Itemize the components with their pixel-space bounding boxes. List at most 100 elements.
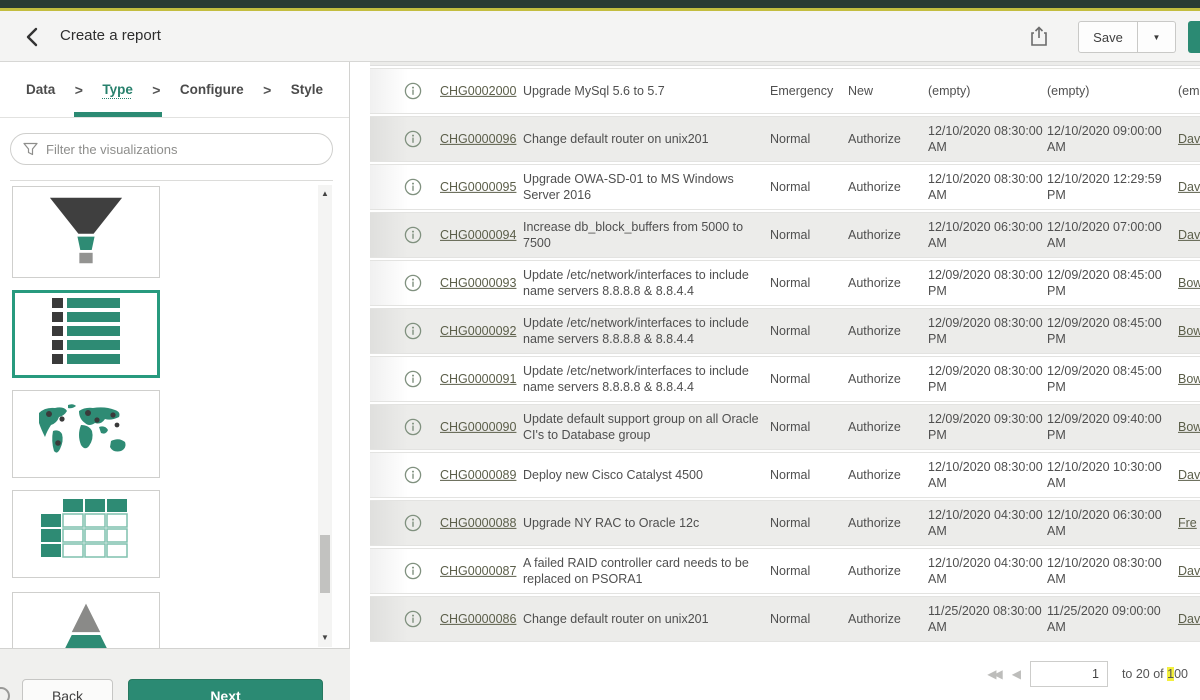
end-date: 12/10/2020 12:29:59 PM (1047, 171, 1165, 204)
save-button[interactable]: Save (1078, 21, 1138, 53)
assigned-to-link[interactable]: Bow (1178, 371, 1200, 387)
divider (10, 180, 333, 181)
start-date: 12/10/2020 04:30:00 AM (928, 555, 1046, 588)
assigned-to-link[interactable]: Dav (1178, 563, 1200, 579)
info-icon[interactable] (404, 562, 422, 580)
next-button[interactable]: Next (128, 679, 323, 700)
assigned-to-link[interactable]: Fre (1178, 515, 1200, 531)
end-date: 12/10/2020 09:00:00 AM (1047, 123, 1165, 156)
info-icon[interactable] (404, 466, 422, 484)
scroll-down-icon[interactable]: ▼ (318, 631, 332, 645)
info-icon[interactable] (404, 274, 422, 292)
change-number-link[interactable]: CHG0000092 (440, 323, 516, 339)
cropped-primary-button[interactable] (1188, 21, 1200, 53)
state-value: Authorize (848, 371, 918, 387)
save-button-group: Save ▼ (1078, 21, 1176, 53)
state-value: Authorize (848, 419, 918, 435)
info-icon[interactable] (404, 370, 422, 388)
assigned-to-link[interactable]: Dav (1178, 227, 1200, 243)
chevron-right-icon: > (75, 82, 83, 98)
short-description: Update default support group on all Orac… (523, 411, 760, 444)
state-value: Authorize (848, 323, 918, 339)
info-icon[interactable] (404, 82, 422, 100)
table-row: CHG0000091 Update /etc/network/interface… (370, 356, 1200, 402)
end-date: 12/09/2020 09:40:00 PM (1047, 411, 1165, 444)
start-date: 12/09/2020 09:30:00 PM (928, 411, 1046, 444)
assigned-to-link[interactable]: Dav (1178, 131, 1200, 147)
back-chevron-button[interactable] (20, 26, 44, 50)
page-number-input[interactable] (1030, 661, 1108, 687)
change-number-link[interactable]: CHG0002000 (440, 83, 516, 99)
state-value: New (848, 83, 918, 99)
change-number-link[interactable]: CHG0000086 (440, 611, 516, 627)
help-icon (0, 687, 10, 700)
table-grid-icon (38, 497, 134, 572)
filter-visualizations-input[interactable] (46, 142, 332, 157)
viz-type-list[interactable] (12, 290, 160, 378)
change-number-link[interactable]: CHG0000088 (440, 515, 516, 531)
first-page-icon[interactable]: ◀◀ (987, 667, 999, 681)
previous-page-icon[interactable]: ◀ (1012, 667, 1018, 681)
viz-type-map[interactable] (12, 390, 160, 478)
save-dropdown-button[interactable]: ▼ (1138, 21, 1176, 53)
state-value: Authorize (848, 179, 918, 195)
state-value: Authorize (848, 563, 918, 579)
info-icon[interactable] (404, 418, 422, 436)
table-row: CHG0000094 Increase db_block_buffers fro… (370, 212, 1200, 258)
viz-type-table[interactable] (12, 490, 160, 578)
scrollbar-thumb[interactable] (320, 535, 330, 593)
viz-list-scrollbar[interactable]: ▲ ▼ (318, 185, 332, 647)
tab-configure[interactable]: Configure (180, 62, 244, 117)
assigned-to-link[interactable]: Dav (1178, 611, 1200, 627)
assigned-to-link[interactable]: Bow (1178, 419, 1200, 435)
change-number-link[interactable]: CHG0000094 (440, 227, 516, 243)
change-number-link[interactable]: CHG0000089 (440, 467, 516, 483)
start-date: 12/09/2020 08:30:00 PM (928, 363, 1046, 396)
change-number-link[interactable]: CHG0000087 (440, 563, 516, 579)
info-icon[interactable] (404, 514, 422, 532)
priority-value: Normal (770, 419, 840, 435)
info-icon[interactable] (404, 226, 422, 244)
change-number-link[interactable]: CHG0000090 (440, 419, 516, 435)
end-date: 12/10/2020 10:30:00 AM (1047, 459, 1165, 492)
funnel-filter-icon (23, 142, 38, 156)
tab-data[interactable]: Data (26, 62, 55, 117)
tab-type[interactable]: Type (102, 62, 133, 117)
priority-value: Normal (770, 131, 840, 147)
state-value: Authorize (848, 467, 918, 483)
info-icon[interactable] (404, 322, 422, 340)
short-description: Update /etc/network/interfaces to includ… (523, 363, 760, 396)
priority-value: Emergency (770, 83, 840, 99)
assigned-to-link[interactable]: (em (1178, 83, 1200, 99)
priority-value: Normal (770, 179, 840, 195)
end-date: 12/10/2020 06:30:00 AM (1047, 507, 1165, 540)
table-row: CHG0000089 Deploy new Cisco Catalyst 450… (370, 452, 1200, 498)
assigned-to-link[interactable]: Dav (1178, 179, 1200, 195)
info-icon[interactable] (404, 610, 422, 628)
state-value: Authorize (848, 227, 918, 243)
viz-type-funnel[interactable] (12, 186, 160, 278)
wizard-steps: Data > Type > Configure > Style (0, 62, 349, 118)
info-icon[interactable] (404, 130, 422, 148)
share-button[interactable] (1026, 24, 1052, 50)
start-date: 12/10/2020 06:30:00 AM (928, 219, 1046, 252)
end-date: 12/09/2020 08:45:00 PM (1047, 315, 1165, 348)
tab-style[interactable]: Style (291, 62, 323, 117)
info-icon[interactable] (404, 178, 422, 196)
back-button[interactable]: Back (22, 679, 113, 700)
change-number-link[interactable]: CHG0000096 (440, 131, 516, 147)
short-description: Change default router on unix201 (523, 611, 760, 627)
table-row: CHG0000086 Change default router on unix… (370, 596, 1200, 642)
change-number-link[interactable]: CHG0000095 (440, 179, 516, 195)
scroll-up-icon[interactable]: ▲ (318, 187, 332, 201)
change-number-link[interactable]: CHG0000091 (440, 371, 516, 387)
change-number-link[interactable]: CHG0000093 (440, 275, 516, 291)
assigned-to-link[interactable]: Dav (1178, 467, 1200, 483)
viz-type-pyramid[interactable] (12, 592, 160, 648)
table-row: CHG0000087 A failed RAID controller card… (370, 548, 1200, 594)
start-date: 12/09/2020 08:30:00 PM (928, 267, 1046, 300)
assigned-to-link[interactable]: Bow (1178, 275, 1200, 291)
assigned-to-link[interactable]: Bow (1178, 323, 1200, 339)
end-date: (empty) (1047, 83, 1165, 99)
start-date: 12/10/2020 08:30:00 AM (928, 459, 1046, 492)
